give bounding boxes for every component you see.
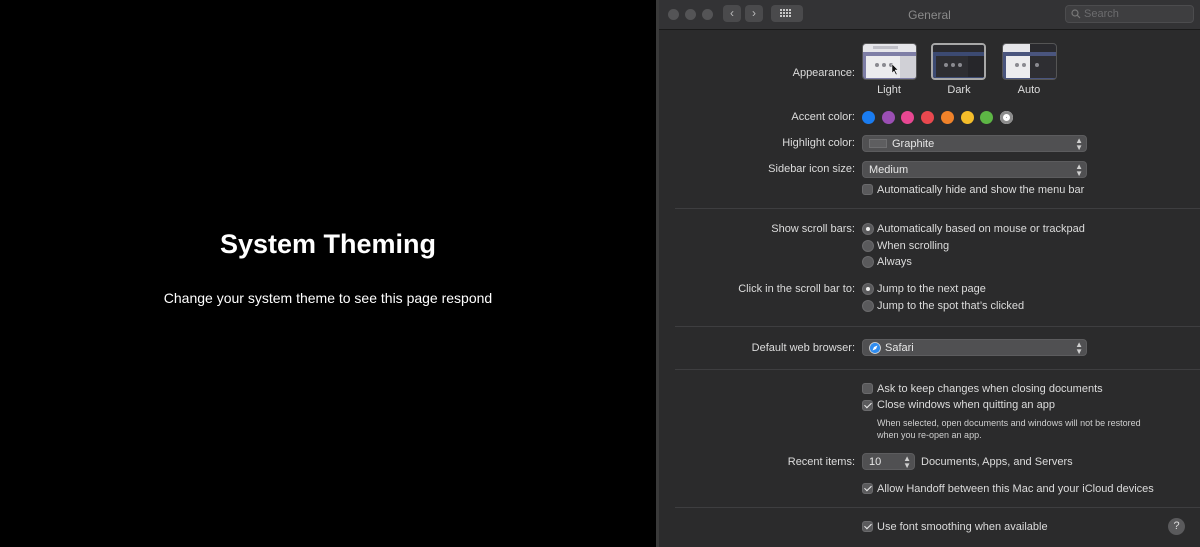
handoff-label: Allow Handoff between this Mac and your … bbox=[877, 483, 1154, 495]
scroll-bars-auto-radio[interactable] bbox=[862, 223, 874, 235]
handoff-checkbox[interactable] bbox=[862, 483, 873, 494]
chevron-right-icon: › bbox=[752, 6, 756, 20]
sidebar-icon-size-label: Sidebar icon size: bbox=[768, 163, 855, 175]
section-divider bbox=[675, 507, 1200, 508]
jump-next-page-radio[interactable] bbox=[862, 283, 874, 295]
font-smoothing-checkbox[interactable] bbox=[862, 521, 873, 532]
jump-spot-radio[interactable] bbox=[862, 300, 874, 312]
recent-items-label: Recent items: bbox=[787, 456, 855, 468]
safari-icon bbox=[869, 342, 881, 354]
accent-color-swatch[interactable] bbox=[980, 111, 994, 124]
accent-color-swatch[interactable] bbox=[960, 111, 974, 124]
window-titlebar: ‹ › General Search bbox=[659, 0, 1200, 30]
scroll-bars-scrolling-radio[interactable] bbox=[862, 240, 874, 252]
close-windows-checkbox[interactable] bbox=[862, 400, 873, 411]
section-divider bbox=[675, 369, 1200, 370]
ask-keep-changes-label: Ask to keep changes when closing documen… bbox=[877, 383, 1103, 395]
close-windows-label: Close windows when quitting an app bbox=[877, 399, 1055, 411]
system-preferences-window: ‹ › General Search Appearance: Light Dar… bbox=[659, 0, 1200, 547]
click-scroll-bar-label: Click in the scroll bar to: bbox=[738, 283, 855, 295]
menu-bar-autohide-checkbox[interactable] bbox=[862, 184, 873, 195]
menu-bar-autohide-label: Automatically hide and show the menu bar bbox=[877, 184, 1085, 196]
show-all-button[interactable] bbox=[771, 5, 803, 22]
dark-theme-preview bbox=[933, 45, 984, 78]
chevron-left-icon: ‹ bbox=[730, 6, 734, 20]
recent-items-suffix: Documents, Apps, and Servers bbox=[921, 456, 1073, 468]
note-line-1: When selected, open documents and window… bbox=[877, 418, 1141, 428]
sidebar-icon-size-value: Medium bbox=[869, 164, 909, 176]
window-title: General bbox=[908, 8, 951, 22]
section-divider bbox=[675, 208, 1200, 209]
zoom-window-button[interactable] bbox=[702, 9, 713, 20]
minimize-window-button[interactable] bbox=[685, 9, 696, 20]
appearance-dark-label: Dark bbox=[947, 84, 971, 96]
highlight-color-select[interactable]: Graphite ▲ ▼ bbox=[862, 135, 1087, 152]
grid-icon bbox=[780, 9, 791, 17]
updown-arrows-icon: ▲ ▼ bbox=[1075, 340, 1083, 356]
jump-spot-label: Jump to the spot that’s clicked bbox=[877, 300, 1025, 312]
jump-next-page-label: Jump to the next page bbox=[877, 283, 986, 295]
auto-theme-preview bbox=[1003, 44, 1056, 79]
font-smoothing-label: Use font smoothing when available bbox=[877, 521, 1048, 533]
page-title: System Theming bbox=[219, 229, 437, 259]
scroll-bars-always-label: Always bbox=[877, 256, 912, 268]
appearance-light-label: Light bbox=[877, 84, 901, 96]
close-window-button[interactable] bbox=[668, 9, 679, 20]
appearance-label: Appearance: bbox=[792, 67, 855, 79]
accent-color-swatch[interactable] bbox=[901, 111, 915, 124]
scroll-bars-always-radio[interactable] bbox=[862, 256, 874, 268]
search-placeholder: Search bbox=[1084, 8, 1119, 20]
scroll-bars-label: Show scroll bars: bbox=[771, 223, 855, 235]
highlight-swatch bbox=[869, 139, 887, 148]
accent-color-swatch[interactable] bbox=[999, 111, 1013, 124]
sidebar-icon-size-select[interactable]: Medium ▲ ▼ bbox=[862, 161, 1087, 178]
accent-color-label: Accent color: bbox=[791, 111, 855, 123]
close-windows-note: When selected, open documents and window… bbox=[877, 417, 1177, 441]
accent-color-swatch[interactable] bbox=[862, 111, 875, 124]
highlight-color-label: Highlight color: bbox=[782, 137, 855, 149]
recent-items-select[interactable]: 10 ▲ ▼ bbox=[862, 453, 915, 470]
scroll-bars-scrolling-label: When scrolling bbox=[877, 240, 950, 252]
accent-color-swatch[interactable] bbox=[940, 111, 954, 124]
note-line-2: when you re-open an app. bbox=[877, 430, 982, 440]
accent-color-swatch[interactable] bbox=[881, 111, 895, 124]
help-button[interactable]: ? bbox=[1168, 518, 1185, 535]
highlight-color-value: Graphite bbox=[892, 138, 935, 150]
appearance-light-thumbnail[interactable] bbox=[862, 43, 917, 80]
forward-button[interactable]: › bbox=[745, 5, 763, 22]
accent-color-swatch[interactable] bbox=[921, 111, 935, 124]
appearance-auto-thumbnail[interactable] bbox=[1002, 43, 1057, 80]
default-browser-select[interactable]: Safari ▲ ▼ bbox=[862, 339, 1087, 356]
default-browser-label: Default web browser: bbox=[751, 342, 855, 354]
search-icon bbox=[1071, 9, 1081, 19]
recent-items-value: 10 bbox=[869, 456, 882, 468]
appearance-auto-label: Auto bbox=[1017, 84, 1041, 96]
back-button[interactable]: ‹ bbox=[723, 5, 741, 22]
appearance-dark-thumbnail[interactable] bbox=[931, 43, 986, 80]
default-browser-value: Safari bbox=[885, 342, 914, 354]
section-divider bbox=[675, 326, 1200, 327]
updown-arrows-icon: ▲ ▼ bbox=[1075, 136, 1083, 152]
scroll-bars-auto-label: Automatically based on mouse or trackpad bbox=[877, 223, 1085, 235]
demo-page: System Theming Change your system theme … bbox=[0, 0, 656, 547]
page-subtitle: Change your system theme to see this pag… bbox=[163, 290, 493, 306]
updown-arrows-icon: ▲ ▼ bbox=[903, 454, 911, 470]
light-theme-preview bbox=[863, 44, 916, 79]
updown-arrows-icon: ▲ ▼ bbox=[1075, 162, 1083, 178]
search-field[interactable]: Search bbox=[1065, 5, 1194, 23]
ask-keep-changes-checkbox[interactable] bbox=[862, 383, 873, 394]
